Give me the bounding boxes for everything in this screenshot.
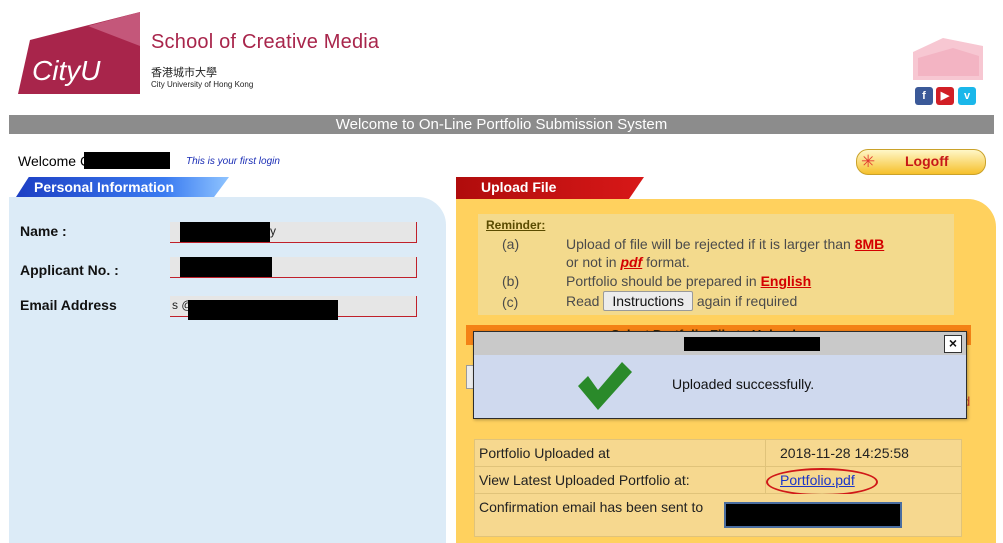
table-row: View Latest Uploaded Portfolio at: Portf… [474,467,962,496]
reminder-a-text-2: or not in pdf format. [566,254,690,270]
email-redacted [188,300,338,320]
reminder-b-text: Portfolio should be prepared in English [566,273,812,289]
reminder-a-text: Upload of file will be rejected if it is… [566,236,885,252]
logoff-label: Logoff [905,153,949,169]
dialog-message: Uploaded successfully. [672,376,815,392]
reminder-title: Reminder: [486,218,546,232]
portfolio-link[interactable]: Portfolio.pdf [780,472,855,488]
applicant-no-redacted [180,257,272,277]
logo-text: CityU [32,55,101,86]
reminder-c-text: Read Instructions again if required [566,291,798,311]
uploaded-at-label: Portfolio Uploaded at [479,445,610,461]
email-sent-label: Confirmation email has been sent to [479,499,704,515]
upload-info-table: Portfolio Uploaded at 2018-11-28 14:25:5… [474,439,962,537]
reminder-box: Reminder: (a) Upload of file will be rej… [478,214,954,315]
size-limit-link[interactable]: 8MB [855,236,885,252]
close-button[interactable]: × [944,335,962,353]
name-tail: y [270,224,276,238]
checkmark-icon [578,362,632,410]
name-field: y [170,222,417,243]
reminder-letter-a: (a) [502,236,520,252]
welcome-text: Welcome C [18,152,171,169]
view-portfolio-label: View Latest Uploaded Portfolio at: [479,472,690,488]
email-field: s @c .hk [170,296,417,320]
table-row: Confirmation email has been sent to [474,494,962,537]
reminder-letter-b: (b) [502,273,520,289]
vimeo-icon[interactable]: v [958,87,976,105]
tab-upload-file: Upload File [456,177,644,199]
logoff-button[interactable]: ✳ Logoff [856,149,986,175]
page-banner: Welcome to On-Line Portfolio Submission … [9,115,994,134]
table-row: Portfolio Uploaded at 2018-11-28 14:25:5… [474,439,962,467]
dialog-title-redacted [684,337,820,351]
facebook-icon[interactable]: f [915,87,933,105]
pdf-format-link[interactable]: pdf [620,254,642,270]
youtube-icon[interactable]: ▶ [936,87,954,105]
logoff-icon: ✳ [861,152,876,171]
english-link[interactable]: English [761,273,812,289]
welcome-label: Welcome C [18,153,91,169]
university-name-en: City University of Hong Kong [151,80,254,89]
building-graphic [913,38,983,80]
uploaded-at-value: 2018-11-28 14:25:58 [780,445,909,461]
first-login-note: This is your first login [186,156,280,167]
name-label: Name : [20,223,67,239]
applicant-no-label: Applicant No. : [20,262,119,278]
applicant-no-field [170,257,417,278]
personal-information-title: Personal Information [34,179,175,195]
username-redacted [84,152,171,169]
school-name: School of Creative Media [151,31,380,53]
upload-file-title: Upload File [481,179,557,195]
personal-information-panel [9,197,446,543]
name-redacted [180,222,270,242]
instructions-button[interactable]: Instructions [603,291,693,311]
dialog-titlebar: × [474,332,966,355]
email-label: Email Address [20,297,117,313]
reminder-letter-c: (c) [502,294,519,310]
university-name-cn: 香港城市大學 [151,67,217,79]
email-sent-redacted [724,502,902,528]
cityu-logo: CityU [18,10,140,94]
upload-success-dialog: × Uploaded successfully. [473,331,967,419]
tab-personal-information: Personal Information [16,177,229,197]
